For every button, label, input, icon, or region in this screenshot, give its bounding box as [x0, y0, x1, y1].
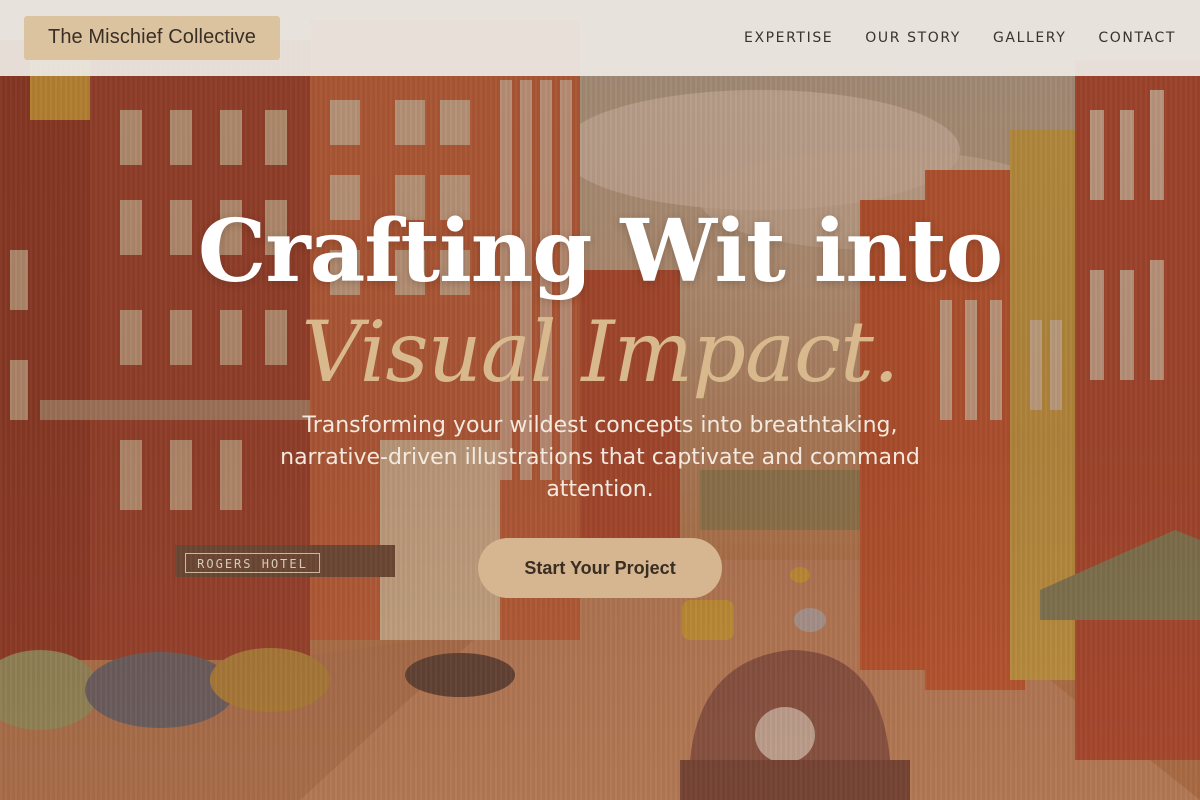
hero-title-line-2: Visual Impact. — [301, 303, 899, 401]
nav-link-contact[interactable]: CONTACT — [1098, 30, 1176, 46]
site-header: The Mischief Collective EXPERTISE OUR ST… — [0, 0, 1200, 76]
hero-subtitle: Transforming your wildest concepts into … — [280, 413, 920, 502]
nav-link-gallery[interactable]: GALLERY — [993, 30, 1066, 46]
brand-logo[interactable]: The Mischief Collective — [24, 16, 280, 60]
nav-link-our-story[interactable]: OUR STORY — [865, 30, 961, 46]
hero-section: Crafting Wit into Visual Impact. Transfo… — [0, 76, 1200, 800]
start-project-button[interactable]: Start Your Project — [478, 538, 722, 598]
main-navigation: EXPERTISE OUR STORY GALLERY CONTACT — [712, 30, 1176, 46]
nav-link-expertise[interactable]: EXPERTISE — [744, 30, 833, 46]
hero-title-line-1: Crafting Wit into — [197, 201, 1003, 302]
